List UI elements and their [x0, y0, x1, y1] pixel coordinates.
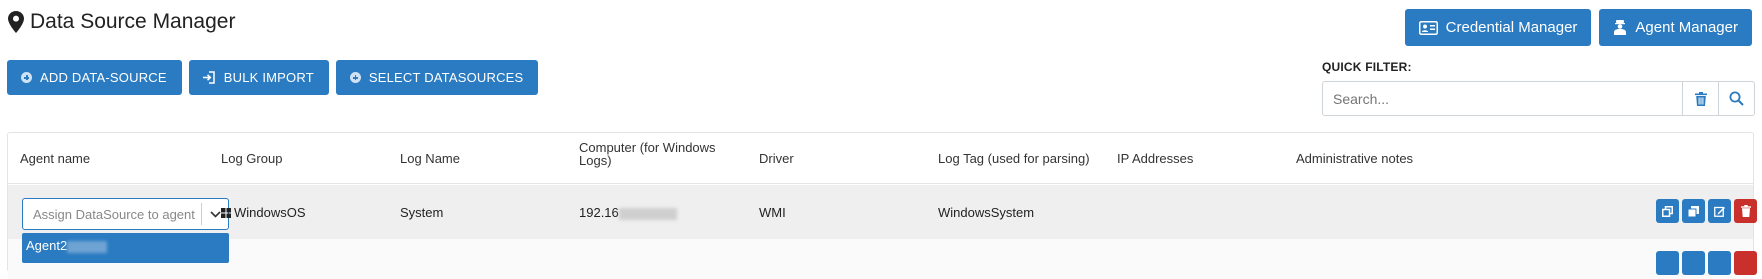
column-header[interactable]: Administrative notes: [1296, 133, 1413, 183]
trash-icon: [1694, 91, 1707, 106]
column-header[interactable]: IP Addresses: [1117, 133, 1193, 183]
agent-select[interactable]: Assign DataSource to agent: [22, 198, 229, 230]
search-button[interactable]: [1718, 82, 1754, 115]
import-icon: [202, 71, 215, 84]
column-header[interactable]: Driver: [759, 133, 794, 183]
bulk-import-button[interactable]: BULK IMPORT: [188, 60, 329, 95]
driver-cell: WMI: [759, 205, 786, 220]
clone-icon: [1662, 205, 1673, 217]
column-header[interactable]: Computer (for Windows Logs): [579, 129, 719, 179]
plus-circle-icon: [21, 72, 32, 83]
page-title: Data Source Manager: [8, 10, 235, 34]
page-title-text: Data Source Manager: [30, 10, 236, 33]
add-data-source-button[interactable]: ADD DATA-SOURCE: [7, 60, 182, 95]
bulk-import-label: BULK IMPORT: [223, 70, 314, 85]
search-icon: [1729, 91, 1744, 106]
log-group-cell: WindowsOS: [221, 205, 306, 220]
log-tag-cell: WindowsSystem: [938, 205, 1035, 220]
plus-circle-icon: [349, 72, 361, 83]
credential-manager-label: Credential Manager: [1445, 19, 1578, 36]
windows-icon: [221, 207, 231, 218]
log-group-text: WindowsOS: [234, 205, 306, 220]
quick-filter: [1322, 81, 1755, 116]
trash-icon: [1740, 205, 1751, 217]
redacted-blur: [67, 240, 108, 253]
edit-button[interactable]: [1708, 199, 1731, 223]
map-pin-icon: [8, 11, 24, 33]
table-header: Agent name Log Group Log Name Computer (for…: [8, 133, 1753, 184]
clone-button[interactable]: [1656, 251, 1679, 275]
id-card-icon: [1418, 20, 1438, 35]
log-name-cell: System: [400, 205, 444, 220]
select-datasources-label: SELECT DATASOURCES: [368, 70, 524, 85]
row-actions: [1656, 199, 1757, 223]
row-actions: [1656, 251, 1757, 275]
computer-text: 192.16: [579, 205, 619, 220]
clone-button[interactable]: [1656, 199, 1679, 223]
datasource-table: Agent name Log Group Log Name Computer (for…: [7, 132, 1757, 279]
copy-button[interactable]: [1682, 251, 1705, 275]
redacted-blur: [618, 207, 677, 220]
search-input[interactable]: [1323, 82, 1682, 115]
column-header[interactable]: Log Tag (used for parsing): [938, 133, 1090, 183]
copy-button[interactable]: [1682, 199, 1705, 223]
delete-button[interactable]: [1734, 199, 1757, 223]
copy-icon: [1688, 205, 1699, 217]
table-row: [8, 239, 1757, 279]
column-header[interactable]: Log Name: [400, 133, 460, 183]
edit-icon: [1714, 206, 1725, 217]
column-header[interactable]: Log Group: [221, 133, 282, 183]
table-row: Assign DataSource to agent WindowsOS Sys…: [8, 185, 1757, 239]
agent-manager-label: Agent Manager: [1635, 19, 1738, 36]
dropdown-option-label: Agent2: [26, 238, 68, 253]
agent-select-placeholder: Assign DataSource to agent: [33, 206, 195, 222]
clear-filter-button[interactable]: [1682, 82, 1718, 115]
agent-icon: [1614, 20, 1627, 35]
credential-manager-button[interactable]: Credential Manager: [1404, 9, 1592, 46]
quick-filter-label: QUICK FILTER:: [1322, 60, 1412, 74]
dropdown-option[interactable]: Agent2: [26, 238, 108, 253]
select-datasources-button[interactable]: SELECT DATASOURCES: [335, 60, 539, 95]
column-header[interactable]: Agent name: [20, 133, 90, 183]
edit-button[interactable]: [1708, 251, 1731, 275]
delete-button[interactable]: [1734, 251, 1757, 275]
computer-cell: 192.16: [579, 205, 677, 220]
add-data-source-label: ADD DATA-SOURCE: [40, 70, 167, 85]
agent-manager-button[interactable]: Agent Manager: [1599, 9, 1752, 46]
